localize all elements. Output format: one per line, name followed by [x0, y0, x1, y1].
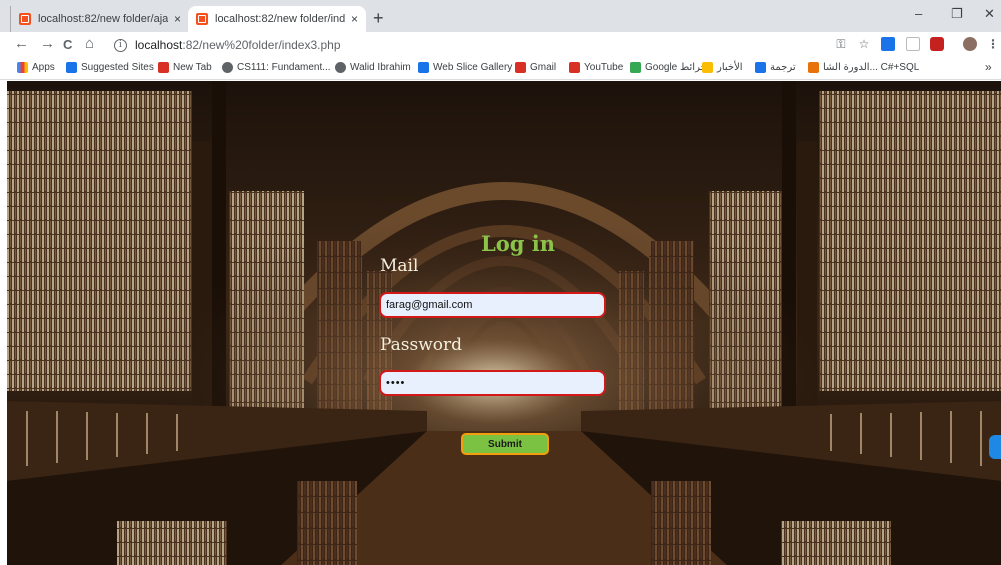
maximize-button[interactable]: ❐ [951, 6, 963, 22]
bookmark-youtube[interactable]: YouTube [569, 62, 623, 73]
forward-button[interactable]: → [40, 35, 55, 52]
bookmark-label: New Tab [173, 62, 212, 73]
bookmark-web-slice[interactable]: Web Slice Gallery [418, 62, 512, 73]
maps-icon [630, 62, 641, 73]
bookmark-suggested-sites[interactable]: Suggested Sites [66, 62, 154, 73]
bookmark-new-tab[interactable]: New Tab [158, 62, 212, 73]
page-viewport: Log in Mail farag@gmail.com Password •••… [7, 81, 1001, 565]
bookmark-apps[interactable]: Apps [17, 62, 55, 73]
youtube-icon [569, 62, 580, 73]
back-button[interactable]: ← [14, 35, 29, 52]
bookmark-label: YouTube [584, 62, 624, 73]
bookmark-course[interactable]: الدورة الشا... C#+SQL [808, 62, 919, 73]
close-window-button[interactable]: ✕ [984, 6, 995, 22]
new-tab-icon [158, 62, 169, 73]
star-icon[interactable]: ☆ [857, 37, 871, 51]
coursera-icon [222, 62, 233, 73]
tab-favicon-icon [196, 13, 208, 25]
bookmark-label: Walid Ibrahim [350, 62, 411, 73]
bookmark-walid[interactable]: Walid Ibrahim [335, 62, 411, 73]
password-label: Password [380, 335, 463, 355]
home-button[interactable]: ⌂ [85, 35, 94, 52]
extension-shield-icon[interactable] [930, 37, 944, 51]
password-input[interactable]: •••• [379, 370, 606, 396]
news-icon [702, 62, 713, 73]
address-bar[interactable]: i localhost:82/new%20folder/index3.php [100, 34, 850, 56]
tab-strip: localhost:82/new folder/ajax.txt × local… [0, 0, 1001, 32]
bookmark-label: خرائط Google [645, 62, 707, 73]
bookmark-gmail[interactable]: Gmail [515, 62, 556, 73]
bookmark-label: Web Slice Gallery [433, 62, 513, 73]
bookmarks-bar: Apps Suggested Sites New Tab CS111: Fund… [0, 58, 1001, 80]
login-heading: Log in [481, 231, 556, 256]
translate-icon [755, 62, 766, 73]
tab-favicon-icon [19, 13, 31, 25]
bookmarks-overflow-button[interactable]: » [985, 60, 992, 74]
bookmark-label: Suggested Sites [81, 62, 154, 73]
extension-translate-icon[interactable] [881, 37, 895, 51]
apps-grid-icon [17, 62, 28, 73]
bookmark-label: ترجمة [770, 62, 796, 73]
new-tab-button[interactable]: + [373, 8, 384, 29]
tab-title: localhost:82/new folder/index3.p [215, 13, 345, 25]
menu-icon[interactable]: ⋮ [986, 37, 1000, 51]
tab-close-icon[interactable]: × [174, 12, 181, 26]
tab-title: localhost:82/new folder/ajax.txt [38, 13, 168, 25]
gmail-icon [515, 62, 526, 73]
bookmark-label: Gmail [530, 62, 557, 73]
bookmark-news[interactable]: الأخبار [702, 62, 743, 73]
bing-icon [66, 62, 77, 73]
bookmark-translate[interactable]: ترجمة [755, 62, 796, 73]
bookmark-label: الدورة الشا... C#+SQL [823, 62, 920, 73]
course-icon [808, 62, 819, 73]
url-host: localhost [135, 38, 183, 52]
bookmark-label: Apps [32, 62, 55, 73]
tab-index3[interactable]: localhost:82/new folder/index3.p × [188, 6, 366, 32]
minimize-button[interactable]: – [915, 6, 922, 21]
bookmark-label: الأخبار [717, 62, 743, 73]
mail-label: Mail [380, 256, 419, 276]
library-background-image [7, 81, 1001, 565]
reload-button[interactable]: C [63, 37, 72, 52]
tab-close-icon[interactable]: × [351, 12, 358, 26]
bookmark-cs111[interactable]: CS111: Fundament... [222, 62, 331, 73]
key-icon[interactable]: ⚿ [834, 37, 848, 51]
bookmark-label: CS111: Fundament... [237, 62, 331, 73]
mail-input[interactable]: farag@gmail.com [379, 292, 606, 318]
coursera-icon [335, 62, 346, 73]
bookmark-google-maps[interactable]: خرائط Google [630, 62, 707, 73]
url-path: :82/new%20folder/index3.php [182, 38, 341, 52]
submit-button[interactable]: Submit [461, 433, 549, 455]
profile-avatar-icon[interactable] [963, 37, 977, 51]
tab-ajax[interactable]: localhost:82/new folder/ajax.txt × [10, 6, 190, 32]
web-slice-icon [418, 62, 429, 73]
extension-page-icon[interactable] [906, 37, 920, 51]
side-panel-tab-icon[interactable] [989, 435, 1001, 459]
site-info-icon[interactable]: i [114, 38, 127, 52]
browser-toolbar: ← → C ⌂ i localhost:82/new%20folder/inde… [0, 32, 1001, 58]
